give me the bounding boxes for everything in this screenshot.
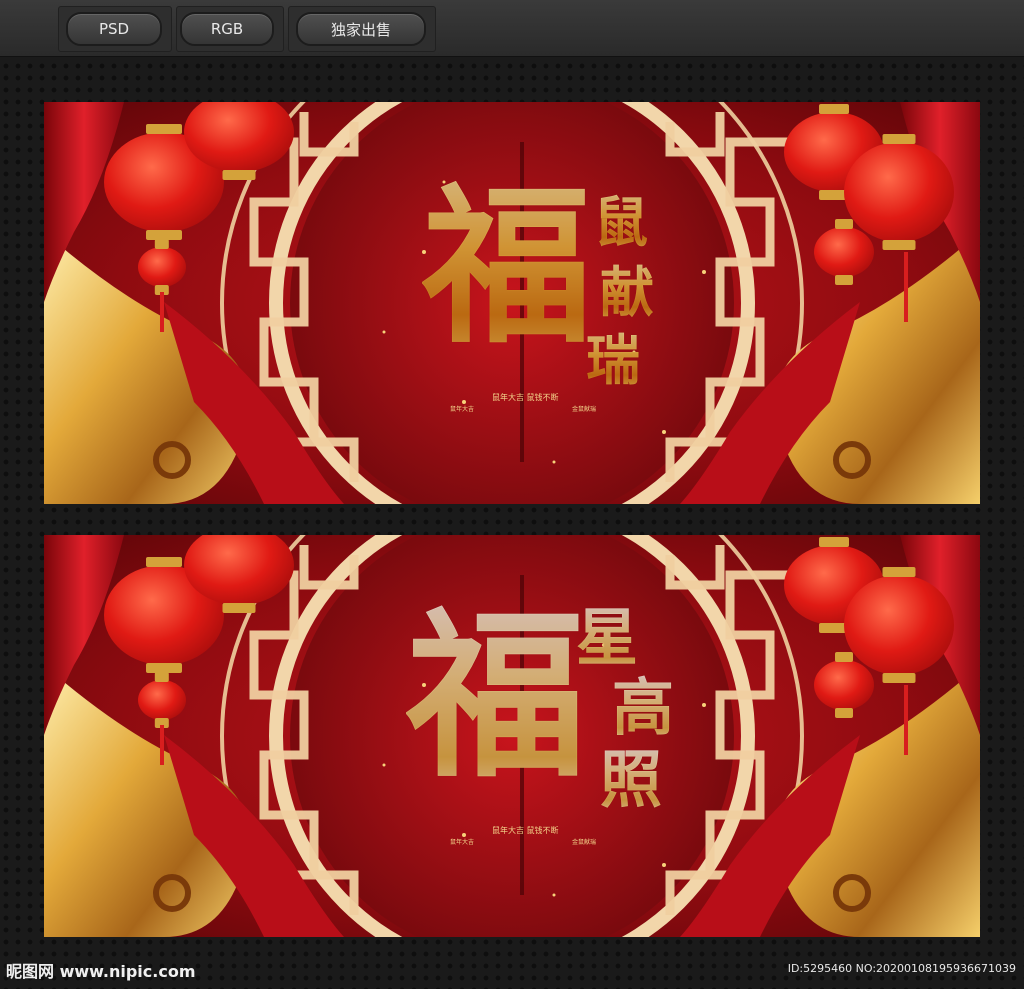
image-id: ID:5295460 NO:20200108195936671039: [787, 962, 1016, 975]
nipic-logo: 昵图网 www.nipic.com: [6, 962, 196, 981]
tag-psd: PSD: [66, 12, 162, 46]
lantern-icon: [844, 575, 954, 675]
lantern-icon: [138, 680, 186, 720]
tassel-icon: [160, 292, 164, 332]
side-char-2: 献: [600, 260, 654, 324]
lantern-icon: [814, 227, 874, 277]
tassel-icon: [904, 685, 908, 755]
top-toolbar: PSD RGB 独家出售: [0, 0, 1024, 57]
side-char-3: 瑞: [586, 328, 640, 392]
tassel-icon: [904, 252, 908, 322]
lantern-icon: [814, 660, 874, 710]
fu-character: 福: [422, 167, 593, 367]
caption-left: 鼠年大吉: [450, 839, 475, 846]
banner-preview-2: 福 星 高 照 鼠年大吉 鼠钱不断 鼠年大吉 金鼠献瑞: [44, 535, 980, 937]
tag-exclusive: 独家出售: [296, 12, 426, 46]
side-char-3: 照: [600, 743, 663, 816]
banner-preview-1: 福 鼠 献 瑞 鼠年大吉 鼠钱不断 鼠年大吉 金鼠献瑞: [44, 102, 980, 504]
caption: 鼠年大吉 鼠钱不断: [492, 826, 559, 835]
tassel-icon: [160, 725, 164, 765]
tag-rgb: RGB: [180, 12, 274, 46]
fu-character: 福: [406, 591, 587, 802]
side-char-2: 高: [612, 671, 675, 744]
side-char-1: 鼠: [594, 190, 648, 254]
caption-right: 金鼠献瑞: [572, 406, 597, 413]
lantern-icon: [844, 142, 954, 242]
side-char-1: 星: [576, 601, 639, 674]
caption-left: 鼠年大吉: [450, 406, 475, 413]
lantern-icon: [138, 247, 186, 287]
caption: 鼠年大吉 鼠钱不断: [492, 393, 559, 402]
caption-right: 金鼠献瑞: [572, 839, 597, 846]
